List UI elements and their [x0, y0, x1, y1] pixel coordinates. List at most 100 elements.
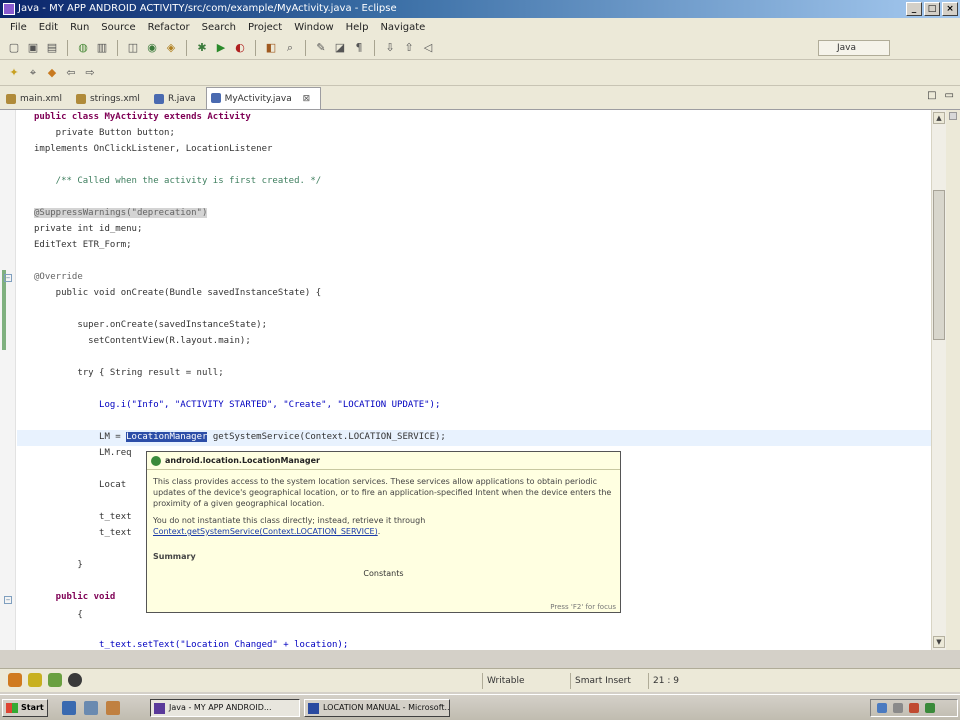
code-line: Log.i("Info", "ACTIVITY STARTED", "Creat… [34, 400, 441, 410]
minimize-editor-icon[interactable]: □ [927, 90, 936, 101]
folder-icon[interactable] [28, 673, 42, 687]
new-package-icon[interactable]: ◈ [163, 40, 179, 56]
menu-source[interactable]: Source [95, 22, 141, 33]
class-icon [151, 456, 161, 466]
scrollbar-thumb[interactable] [933, 190, 945, 340]
status-writable: Writable [482, 673, 562, 689]
avd-manager-icon[interactable]: ▥ [94, 40, 110, 56]
close-button[interactable]: × [942, 2, 958, 16]
pin-icon[interactable]: ⌖ [25, 65, 41, 81]
javadoc-text: You do not instantiate this class direct… [153, 516, 426, 525]
save-icon[interactable]: ▣ [25, 40, 41, 56]
device-icon[interactable] [68, 673, 82, 687]
debug-icon[interactable]: ✱ [194, 40, 210, 56]
code-line: public class MyActivity extends Activity [34, 112, 251, 122]
maximize-button[interactable]: □ [924, 2, 940, 16]
menu-navigate[interactable]: Navigate [374, 22, 431, 33]
maximize-editor-icon[interactable]: ▭ [945, 90, 954, 101]
toolbar-separator [374, 39, 375, 56]
code-line: private int id_menu; [34, 224, 143, 234]
explorer-icon[interactable] [106, 701, 120, 715]
back-icon[interactable]: ◁ [420, 40, 436, 56]
annotation-icon[interactable]: ✎ [313, 40, 329, 56]
prev-annotation-icon[interactable]: ⇧ [401, 40, 417, 56]
javadoc-title: android.location.LocationManager [165, 456, 320, 465]
new-project-icon[interactable]: ◫ [125, 40, 141, 56]
minimize-button[interactable]: _ [906, 2, 922, 16]
change-marker [2, 270, 6, 350]
secondary-toolbar: ✦ ⌖ ◆ ⇦ ⇨ [0, 60, 960, 86]
javadoc-link[interactable]: Context.getSystemService(Context.LOCATIO… [153, 527, 378, 536]
run-icon[interactable]: ▶ [213, 40, 229, 56]
new-class-icon[interactable]: ◉ [144, 40, 160, 56]
javadoc-body: This class provides access to the system… [147, 470, 620, 585]
code-text: LM = [34, 432, 127, 442]
windows-taskbar: Start Java - MY APP ANDROID... LOCATION … [0, 694, 960, 720]
toggle-mark-icon[interactable]: ◪ [332, 40, 348, 56]
javadoc-hover-popup[interactable]: android.location.LocationManager This cl… [146, 451, 621, 613]
android-sdk-icon[interactable]: ◍ [75, 40, 91, 56]
javadoc-paragraph: This class provides access to the system… [153, 477, 612, 508]
show-whitespace-icon[interactable]: ¶ [351, 40, 367, 56]
taskbar-item-word[interactable]: LOCATION MANUAL - Microsoft... [304, 699, 450, 717]
open-type-icon[interactable]: ◧ [263, 40, 279, 56]
menu-run[interactable]: Run [64, 22, 95, 33]
window-titlebar: Java - MY APP ANDROID ACTIVITY/src/com/e… [0, 0, 960, 18]
search-icon[interactable]: ⌕ [282, 40, 298, 56]
status-cursor-position: 21 : 9 [648, 673, 708, 689]
fast-view-icon[interactable] [8, 673, 22, 687]
menu-help[interactable]: Help [340, 22, 375, 33]
external-tools-icon[interactable]: ◐ [232, 40, 248, 56]
overview-ruler [946, 110, 960, 650]
security-icon[interactable] [909, 703, 919, 713]
perspective-switcher[interactable]: Java [818, 40, 890, 56]
menu-search[interactable]: Search [196, 22, 242, 33]
tab-myactivity-java[interactable]: MyActivity.java ⊠ [205, 87, 322, 109]
code-line: t_text [34, 512, 132, 522]
menu-refactor[interactable]: Refactor [142, 22, 196, 33]
xml-file-icon [75, 94, 86, 104]
taskbar-item-eclipse[interactable]: Java - MY APP ANDROID... [150, 699, 300, 717]
javadoc-constants-heading: Constants [363, 569, 404, 578]
code-line: t_text [34, 528, 132, 538]
editor-tabs: main.xml strings.xml R.java MyActivity.j… [0, 86, 960, 110]
scroll-up-arrow-icon[interactable]: ▲ [933, 112, 945, 124]
tab-r-java[interactable]: R.java [150, 89, 206, 109]
start-button[interactable]: Start [2, 699, 48, 717]
menu-window[interactable]: Window [288, 22, 339, 33]
close-tab-icon[interactable]: ⊠ [303, 94, 311, 104]
forward-nav-icon[interactable]: ⇨ [82, 65, 98, 81]
tab-main-xml[interactable]: main.xml [2, 89, 72, 109]
code-annotation: @Override [34, 272, 83, 282]
code-line: super.onCreate(savedInstanceState); [34, 320, 267, 330]
tab-strings-xml[interactable]: strings.xml [72, 89, 150, 109]
lightbulb-icon[interactable]: ✦ [6, 65, 22, 81]
desktop-icon[interactable] [84, 701, 98, 715]
code-line: public void onCreate(Bundle savedInstanc… [34, 288, 322, 298]
android-icon[interactable] [48, 673, 62, 687]
volume-icon[interactable] [893, 703, 903, 713]
next-annotation-icon[interactable]: ⇩ [382, 40, 398, 56]
code-line: Locat [34, 480, 127, 490]
network-icon[interactable] [877, 703, 887, 713]
perspective-label: Java [837, 43, 857, 53]
menu-edit[interactable]: Edit [33, 22, 64, 33]
window-controls: _ □ × [906, 2, 958, 16]
eclipse-icon [154, 703, 165, 714]
ie-icon[interactable] [62, 701, 76, 715]
scroll-down-arrow-icon[interactable]: ▼ [933, 636, 945, 648]
tab-label: R.java [167, 94, 196, 104]
print-icon[interactable]: ▤ [44, 40, 60, 56]
last-edit-icon[interactable]: ◆ [44, 65, 60, 81]
code-line: t_text.setText("Location Changed" + loca… [34, 640, 349, 650]
menu-file[interactable]: File [4, 22, 33, 33]
new-icon[interactable]: ▢ [6, 40, 22, 56]
java-file-icon [210, 93, 221, 103]
back-nav-icon[interactable]: ⇦ [63, 65, 79, 81]
override-marker-icon: − [4, 596, 12, 604]
editor-vertical-scrollbar[interactable]: ▲ ▼ [931, 110, 946, 650]
update-icon[interactable] [925, 703, 935, 713]
quick-launch [62, 701, 120, 715]
menu-project[interactable]: Project [242, 22, 288, 33]
code-line: try { String result = null; [34, 368, 224, 378]
